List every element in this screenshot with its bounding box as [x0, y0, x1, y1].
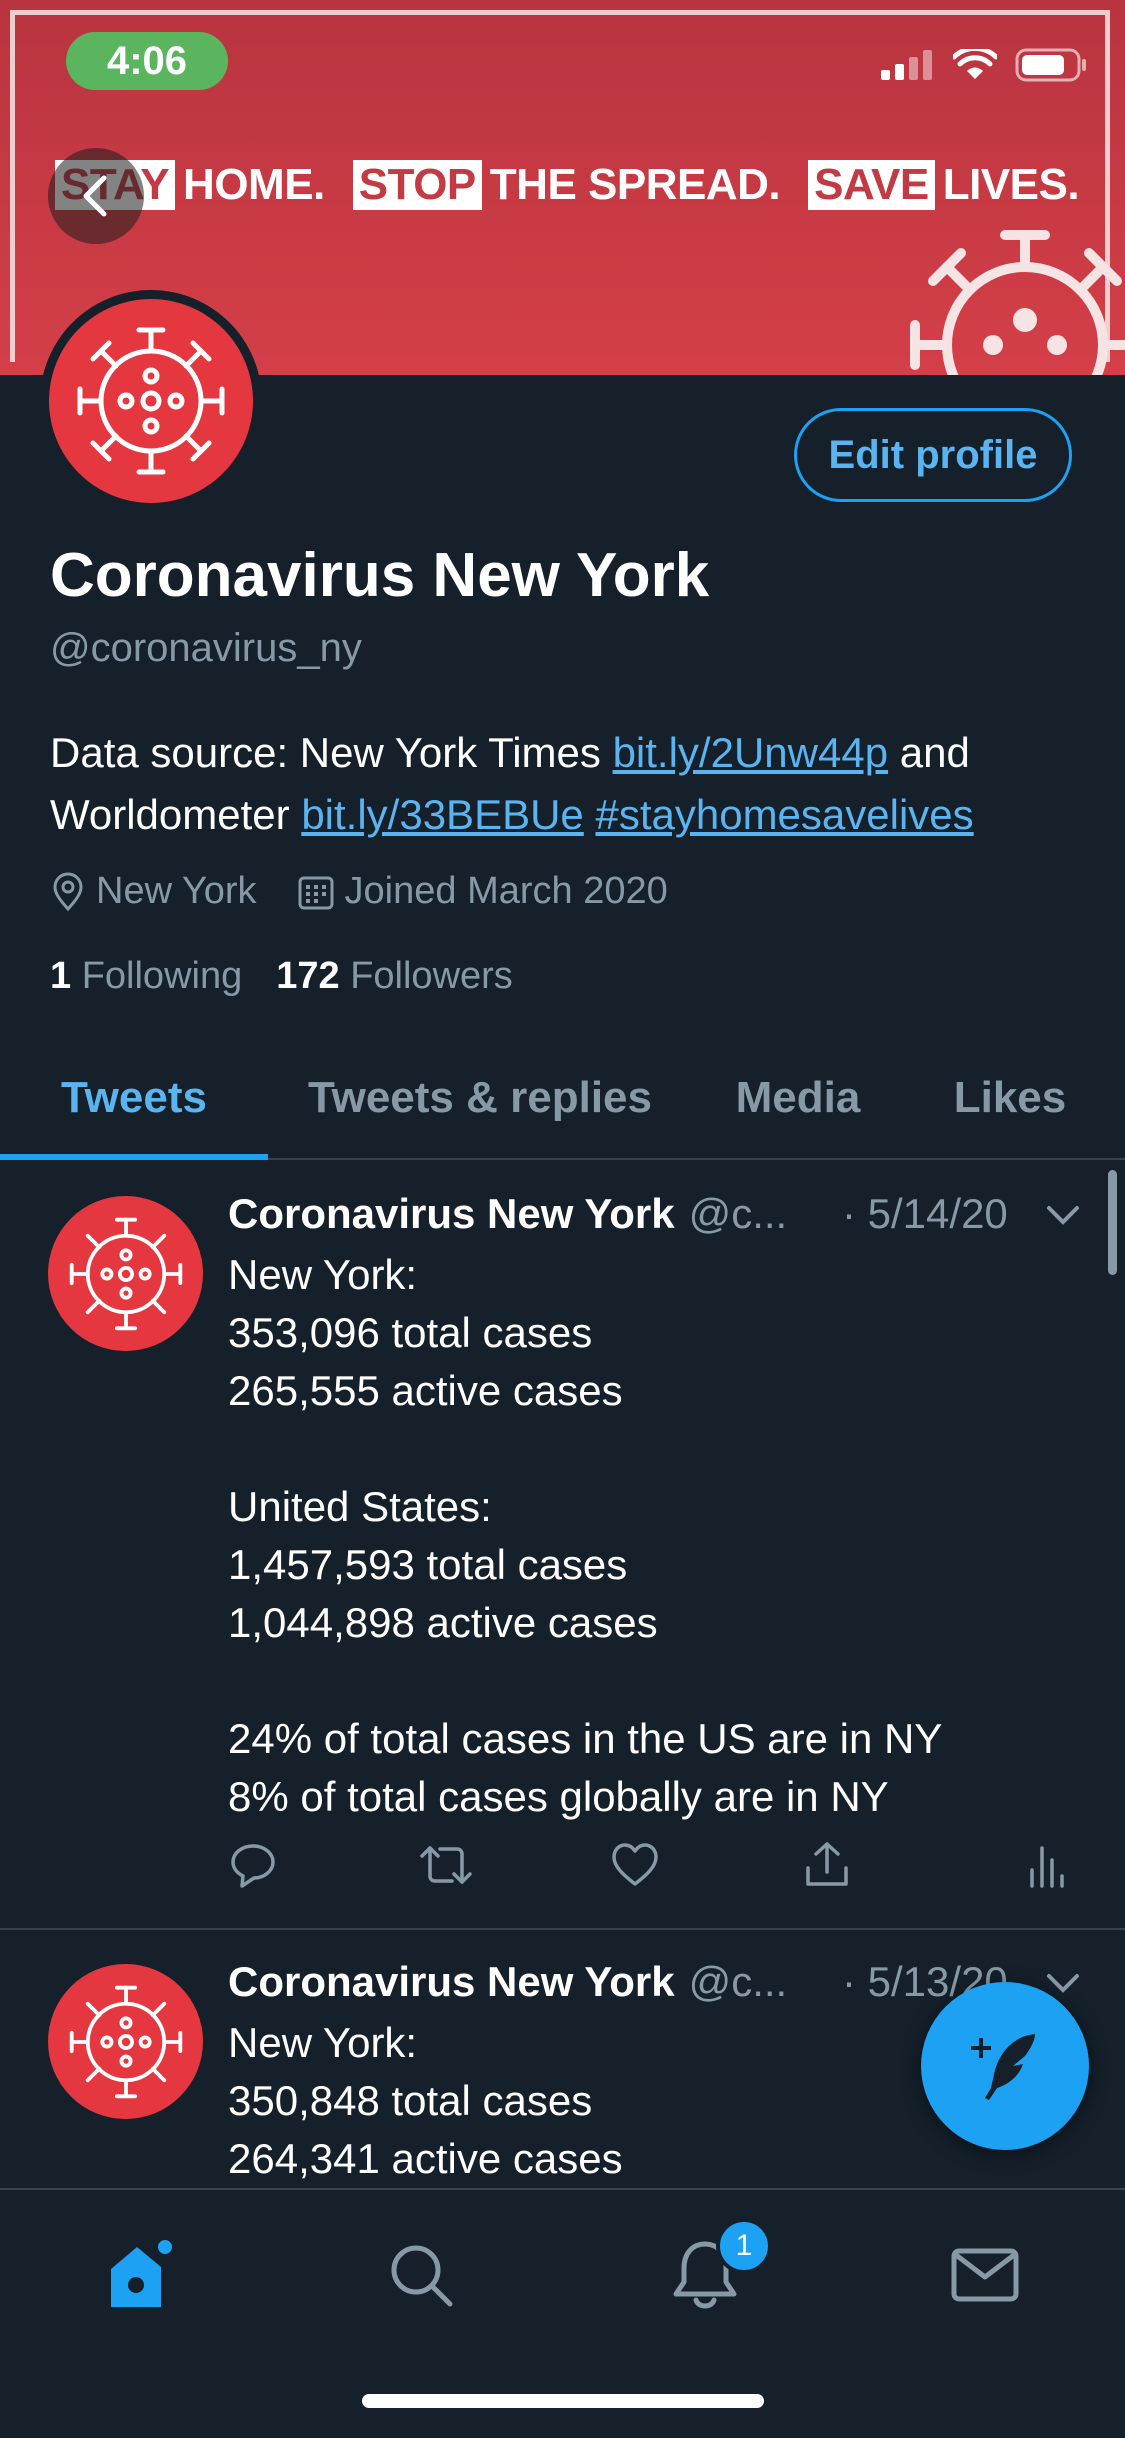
reply-icon[interactable]	[228, 1840, 278, 1890]
home-icon	[111, 2240, 172, 2307]
profile-stats: 1 Following 172 Followers	[50, 955, 513, 998]
virus-icon	[77, 327, 225, 475]
tweet-line: 1,044,898 active cases	[228, 1599, 658, 1646]
profile-avatar[interactable]	[40, 290, 262, 512]
slogan-part-save: SAVE LIVES.	[808, 160, 1080, 210]
bio-text: Data source: New York Times	[50, 729, 613, 776]
cellular-signal-icon	[881, 50, 932, 80]
retweet-icon[interactable]	[418, 1840, 474, 1890]
location-pin-icon	[53, 872, 83, 911]
virus-graphic-icon	[910, 230, 1125, 375]
following-label: Following	[81, 955, 243, 997]
edit-profile-button[interactable]: Edit profile	[794, 408, 1072, 502]
tab-tweets-and-replies[interactable]: Tweets & replies	[280, 1040, 680, 1156]
chevron-down-icon[interactable]	[1045, 1204, 1081, 1228]
tweet-avatar[interactable]	[48, 1964, 203, 2119]
notification-badge: 1	[716, 2218, 772, 2274]
location-item: New York	[50, 870, 257, 913]
profile-joined: Joined March 2020	[344, 870, 668, 912]
tweet-author-name[interactable]: Coronavirus New York	[228, 1958, 675, 2006]
nav-messages[interactable]	[940, 2230, 1030, 2320]
avatar-disc	[49, 299, 253, 503]
profile-location: New York	[96, 870, 257, 912]
tweet[interactable]: Coronavirus New York @c... · 5/14/20 New…	[0, 1160, 1125, 1930]
tweet-line: New York:	[228, 2019, 418, 2066]
virus-icon	[69, 1985, 182, 2098]
slogan-rest-word: THE SPREAD.	[489, 160, 781, 209]
profile-bio: Data source: New York Times bit.ly/2Unw4…	[50, 722, 1080, 846]
wifi-icon	[953, 49, 997, 79]
slogan-rest-word: LIVES.	[942, 160, 1080, 209]
slogan-rest-word: HOME.	[183, 160, 325, 209]
bio-hashtag[interactable]: #stayhomesavelives	[595, 791, 973, 838]
joined-item: Joined March 2020	[297, 870, 668, 913]
back-button[interactable]	[48, 148, 144, 244]
tweet-text: New York: 350,848 total cases 264,341 ac…	[228, 2014, 623, 2188]
tweet-author-handle: @c...	[688, 1190, 788, 1237]
nav-search[interactable]	[376, 2230, 466, 2320]
tweet-text: New York: 353,096 total cases 265,555 ac…	[228, 1246, 942, 1826]
slogan-boxed-word: SAVE	[808, 160, 935, 210]
tweet-avatar[interactable]	[48, 1196, 203, 1351]
profile-name: Coronavirus New York	[50, 541, 710, 610]
tweet-actions	[228, 1840, 1078, 1900]
tweet-line: 265,555 active cases	[228, 1367, 623, 1414]
bio-link-nyt[interactable]: bit.ly/2Unw44p	[613, 729, 888, 776]
tweet-date: · 5/14/20	[842, 1190, 1008, 1237]
followers-stat[interactable]: 172 Followers	[276, 955, 513, 998]
avatar-disc	[48, 1196, 203, 1351]
tweet-header: Coronavirus New York @c...	[228, 1190, 787, 1238]
avatar-disc	[48, 1964, 203, 2119]
compose-quill-icon	[971, 2034, 1035, 2100]
like-heart-icon[interactable]	[610, 1840, 660, 1890]
tab-media[interactable]: Media	[700, 1040, 896, 1156]
profile-handle: @coronavirus_ny	[50, 626, 362, 670]
home-indicator	[362, 2394, 764, 2408]
chevron-down-icon[interactable]	[1045, 1972, 1081, 1996]
bio-link-worldometer[interactable]: bit.ly/33BEBUe	[301, 791, 583, 838]
calendar-icon	[298, 876, 334, 909]
tweet-author-name[interactable]: Coronavirus New York	[228, 1190, 675, 1238]
tweet-line	[228, 1420, 942, 1478]
status-icons	[881, 48, 1087, 82]
tweet-header: Coronavirus New York @c...	[228, 1958, 787, 2006]
slogan-part-stop: STOP THE SPREAD.	[352, 160, 781, 210]
scrollbar[interactable]	[1108, 1170, 1117, 1275]
profile-meta: New York Joined March 2020	[50, 870, 668, 913]
tweet-line: New York:	[228, 1251, 418, 1298]
tab-tweets[interactable]: Tweets	[0, 1040, 268, 1156]
virus-icon	[69, 1217, 182, 1330]
slogan-boxed-word: STOP	[352, 160, 482, 210]
search-icon	[391, 2245, 453, 2307]
compose-tweet-button[interactable]	[921, 1982, 1089, 2150]
tweet-line: 1,457,593 total cases	[228, 1541, 628, 1588]
analytics-icon[interactable]	[1026, 1840, 1066, 1890]
tweet-line: 353,096 total cases	[228, 1309, 593, 1356]
nav-home[interactable]	[96, 2230, 186, 2320]
tab-likes[interactable]: Likes	[920, 1040, 1100, 1156]
status-time: 4:06	[66, 32, 228, 90]
tweet-line: 24% of total cases in the US are in NY	[228, 1715, 943, 1762]
banner-slogan: STAY HOME. STOP THE SPREAD. SAVE LIVES.	[55, 155, 1115, 215]
tweet-line: 350,848 total cases	[228, 2077, 593, 2124]
tweet-line: 264,341 active cases	[228, 2135, 623, 2182]
tweet-line: 8% of total cases globally are in NY	[228, 1773, 889, 1820]
mail-icon	[951, 2248, 1019, 2302]
tweet-line: United States:	[228, 1483, 492, 1530]
following-stat[interactable]: 1 Following	[50, 955, 242, 998]
tweet-line	[228, 1652, 942, 1710]
chevron-left-icon	[83, 175, 107, 217]
battery-icon	[1015, 48, 1086, 82]
following-count: 1	[50, 955, 72, 997]
share-icon[interactable]	[802, 1840, 852, 1890]
followers-label: Followers	[350, 955, 513, 997]
followers-count: 172	[276, 955, 340, 997]
profile-tabs: Tweets Tweets & replies Media Likes	[0, 1040, 1125, 1160]
tweet-author-handle: @c...	[688, 1958, 788, 2005]
